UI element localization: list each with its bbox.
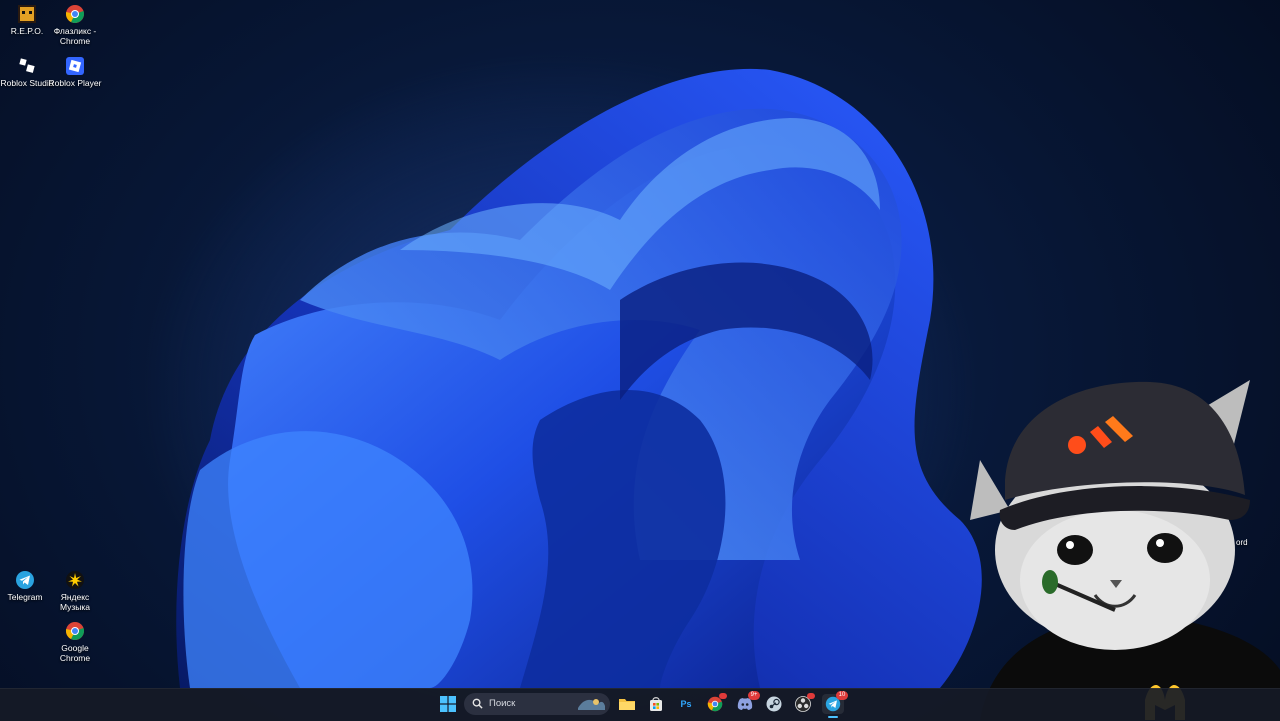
desktop-icon-google-chrome[interactable]: Google Chrome [48,621,102,663]
taskbar-microsoft-store[interactable] [645,694,667,714]
streamer-cat-overlay [970,380,1280,720]
start-button[interactable] [437,694,459,714]
desktop-icon-roblox-studio[interactable]: Roblox Studio [0,56,54,88]
desktop-icon-label: R.E.P.O. [10,26,44,36]
taskbar-obs[interactable] [792,693,815,714]
chrome-badge [719,693,727,699]
desktop-icon-label: Roblox Studio [0,78,54,88]
taskbar-steam[interactable] [763,694,785,714]
photoshop-icon: Ps [680,699,692,709]
desktop-icon-yandex-music[interactable]: Яндекс Музыка [48,570,102,612]
desktop-icon-telegram[interactable]: Telegram [0,570,52,602]
desktop-icon-label: Telegram [7,592,43,602]
roblox-player-icon [66,57,84,75]
desktop-icon-label: Яндекс Музыка [59,592,91,612]
windows-logo-icon [440,696,456,712]
active-app-indicator [828,716,838,718]
yandex-music-icon [66,571,84,589]
search-icon [472,698,483,709]
telegram-icon [16,571,34,589]
obs-badge [807,693,815,699]
desktop-icon-roblox-player[interactable]: Roblox Player [48,56,102,88]
desktop-icon-repo[interactable]: R.E.P.O. [0,4,54,36]
chrome-icon [65,622,84,640]
search-highlight-icon [578,699,605,710]
taskbar-file-explorer[interactable] [616,694,638,714]
taskbar-discord[interactable]: 9+ [734,691,760,714]
search-placeholder: Поиск [489,698,516,709]
search-input[interactable]: Поиск [464,693,610,715]
repo-game-icon [18,5,36,23]
folder-icon [619,699,635,710]
taskbar-photoshop[interactable]: Ps [675,694,697,714]
telegram-notification-badge: 10 [836,691,848,700]
roblox-studio-icon [19,58,35,73]
taskbar [0,688,1280,721]
desktop-icon-label: Roblox Player [48,78,102,88]
taskbar-chrome[interactable] [704,693,727,714]
steam-icon [766,696,782,712]
store-icon [650,697,662,711]
desktop-icon-flazliks-chrome[interactable]: Флазликс - Chrome [48,4,102,46]
discord-notification-badge: 9+ [748,691,760,700]
desktop-icon-label: Флазликс - Chrome [53,26,97,46]
desktop-icon-label: Google Chrome [59,643,91,663]
taskbar-telegram[interactable]: 10 [822,691,848,714]
chrome-icon [65,5,84,23]
